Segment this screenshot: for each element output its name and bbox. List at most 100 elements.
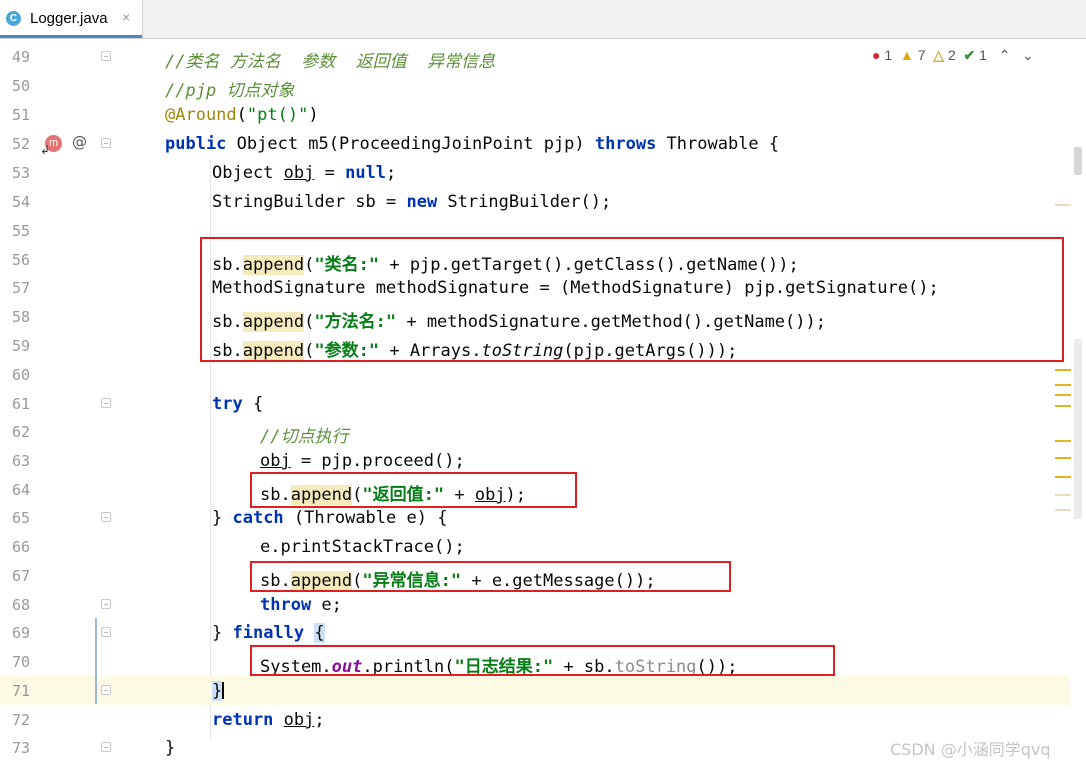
line-gutter[interactable]: 49 50 51 52 m ↲ @ 53 54 55 56 57 58 59 6…: [0, 39, 130, 765]
keyword: throw: [260, 595, 312, 615]
fold-marker-icon[interactable]: [101, 685, 111, 695]
gutter-line: 69: [0, 618, 130, 647]
close-icon[interactable]: ×: [122, 9, 130, 25]
code-token: ): [308, 105, 319, 125]
error-stripe-mark: [1055, 204, 1071, 206]
fold-marker-icon[interactable]: [101, 627, 111, 637]
line-number: 69: [12, 624, 31, 642]
code-line: } finally {: [130, 618, 1070, 647]
editor-tab-bar: C Logger.java ×: [0, 0, 1086, 39]
line-number: 53: [12, 164, 31, 182]
error-icon: ●: [872, 47, 881, 63]
comment: //类名 方法名 参数 返回值 异常信息: [165, 52, 496, 72]
code-line: try {: [130, 389, 1070, 418]
gutter-line: 58: [0, 302, 130, 331]
code-token: (Throwable e) {: [283, 508, 448, 528]
line-number: 59: [12, 337, 31, 355]
navigate-arrow-icon: ↲: [40, 143, 51, 157]
line-number: 71: [12, 682, 31, 700]
highlight-box: [200, 237, 1064, 362]
typo-check-icon: ✔: [963, 47, 976, 63]
code-token: Throwable {: [656, 134, 780, 154]
line-number: 64: [12, 481, 31, 499]
error-stripe-mark: [1055, 440, 1071, 442]
code-token: StringBuilder();: [437, 192, 612, 212]
highlight-box: [250, 472, 577, 508]
keyword: public: [165, 134, 227, 154]
fold-marker-icon[interactable]: [101, 138, 111, 148]
error-stripe-mark: [1055, 476, 1071, 478]
line-number: 73: [12, 739, 31, 757]
keyword: return: [212, 710, 274, 730]
line-number: 49: [12, 48, 31, 66]
gutter-line: 70: [0, 647, 130, 676]
line-number: 72: [12, 711, 31, 729]
keyword: null: [345, 163, 387, 183]
keyword: finally: [232, 623, 305, 643]
typo-count: 1: [979, 47, 987, 63]
line-number: 65: [12, 509, 31, 527]
scope-indicator: [95, 618, 97, 704]
code-area[interactable]: //类名 方法名 参数 返回值 异常信息 //pjp 切点对象 @Around(…: [130, 39, 1070, 765]
code-token: {: [242, 394, 264, 414]
weak-warning-count: 2: [947, 47, 956, 63]
gutter-line: 73: [0, 733, 130, 762]
line-number: 60: [12, 366, 31, 384]
error-stripe-mark: [1055, 494, 1071, 496]
comment: //切点执行: [260, 427, 349, 447]
gutter-line: 61: [0, 389, 130, 418]
comment: //pjp 切点对象: [165, 81, 295, 101]
annotation: @Around: [165, 105, 237, 125]
tab-logger-java[interactable]: C Logger.java ×: [0, 0, 143, 38]
code-token: }: [212, 508, 233, 528]
scrollbar-thumb[interactable]: [1074, 147, 1082, 175]
fold-marker-icon[interactable]: [101, 599, 111, 609]
gutter-line: 65: [0, 503, 130, 532]
error-stripe-mark: [1055, 369, 1071, 371]
gutter-line: 53: [0, 158, 130, 187]
code-token: e.printStackTrace();: [260, 537, 465, 557]
keyword: catch: [232, 508, 284, 528]
annotation-icon[interactable]: @: [72, 133, 87, 151]
highlight-box: [250, 645, 835, 676]
java-class-icon: C: [6, 11, 21, 26]
string-literal: "pt()": [246, 105, 309, 125]
gutter-line: 63: [0, 446, 130, 475]
fold-marker-icon[interactable]: [101, 398, 111, 408]
code-token: Object: [212, 163, 284, 183]
gutter-line: 60: [0, 360, 130, 389]
fold-marker-icon[interactable]: [101, 51, 111, 61]
error-stripe-mark: [1055, 457, 1071, 459]
next-highlight-icon[interactable]: ⌄: [1022, 47, 1034, 63]
code-line-current: }: [130, 676, 1070, 705]
line-number: 62: [12, 423, 31, 441]
line-number: 67: [12, 567, 31, 585]
line-number: 51: [12, 106, 31, 124]
error-stripe-mark: [1055, 394, 1071, 396]
keyword: throws: [594, 134, 657, 154]
code-token: (: [236, 105, 247, 125]
fold-marker-icon[interactable]: [101, 742, 111, 752]
scrollbar-region: [1074, 339, 1082, 519]
gutter-line: 54: [0, 187, 130, 216]
tab-label: Logger.java: [30, 10, 108, 27]
line-number: 56: [12, 251, 31, 269]
inspection-widget[interactable]: ● 1 ▲ 7 △ 2 ✔ 1 ⌃ ⌄: [872, 47, 1034, 67]
gutter-line: 68: [0, 590, 130, 619]
line-number: 70: [12, 653, 31, 671]
code-token: Object m5(ProceedingJoinPoint pjp): [226, 134, 595, 154]
code-editor[interactable]: 49 50 51 52 m ↲ @ 53 54 55 56 57 58 59 6…: [0, 39, 1086, 765]
gutter-line: 67: [0, 561, 130, 590]
fold-marker-icon[interactable]: [101, 512, 111, 522]
line-number: 55: [12, 222, 31, 240]
code-token: e;: [311, 595, 342, 615]
code-line: throw e;: [130, 590, 1070, 619]
code-line: //pjp 切点对象: [130, 71, 1070, 101]
line-number: 52: [12, 135, 31, 153]
gutter-line: 57: [0, 273, 130, 302]
warning-count: 7: [917, 47, 926, 63]
code-line: obj = pjp.proceed();: [130, 446, 1070, 475]
previous-highlight-icon[interactable]: ⌃: [999, 47, 1011, 63]
line-number: 61: [12, 395, 31, 413]
error-stripe-mark: [1055, 509, 1071, 511]
